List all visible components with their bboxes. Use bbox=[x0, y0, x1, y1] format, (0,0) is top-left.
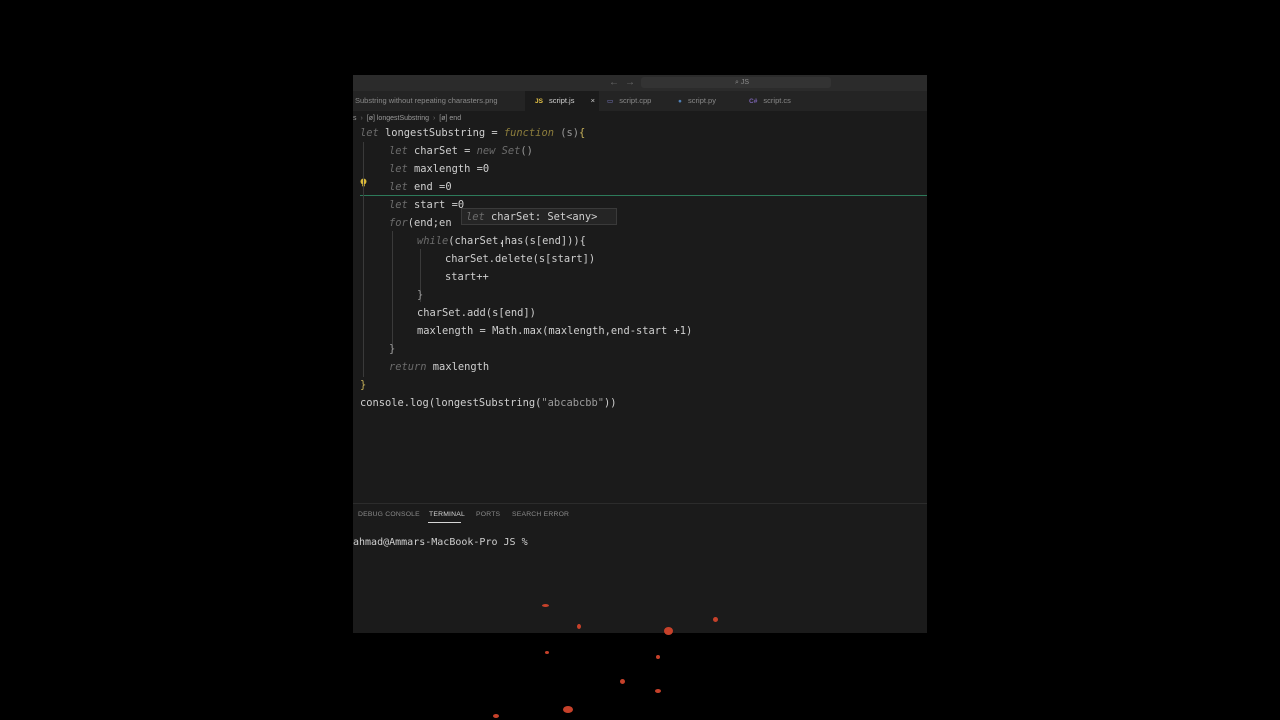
code-line-4: let end =0 bbox=[389, 181, 452, 193]
code-line-2: let charSet = new Set() bbox=[389, 145, 533, 157]
bottom-panel: DEBUG CONSOLE TERMINAL PORTS SEARCH ERRO… bbox=[353, 503, 927, 633]
spark-particle bbox=[545, 651, 549, 654]
variable-icon: [ø] bbox=[439, 115, 448, 122]
tab-label: script.cs bbox=[763, 96, 791, 105]
mouse-text-cursor-icon: I bbox=[501, 239, 504, 250]
tab-label: script.js bbox=[549, 96, 575, 105]
chevron-right-icon: › bbox=[432, 115, 436, 122]
spark-particle bbox=[655, 689, 661, 693]
tab-script-cpp[interactable]: ▭ script.cpp bbox=[607, 91, 651, 111]
indent-guide bbox=[392, 231, 393, 354]
tab-label: Substring without repeating charasters.p… bbox=[355, 96, 498, 105]
hover-tooltip: let charSet: Set<any> bbox=[461, 208, 617, 225]
code-line-5: let start =0 bbox=[389, 199, 465, 211]
terminal-prompt[interactable]: ahmad@Ammars-MacBook-Pro JS % bbox=[353, 537, 528, 548]
tab-script-cs[interactable]: C# script.cs bbox=[749, 91, 791, 111]
tab-label: script.py bbox=[688, 96, 716, 105]
tab-script-py[interactable]: ● script.py bbox=[678, 91, 716, 111]
tab-search-error[interactable]: SEARCH ERROR bbox=[512, 511, 569, 518]
active-tab-indicator bbox=[428, 522, 461, 523]
spark-particle bbox=[664, 627, 673, 635]
code-line-1: let longestSubstring = function (s){ bbox=[360, 127, 586, 139]
code-line-9: start++ bbox=[445, 271, 489, 283]
spark-particle bbox=[620, 679, 625, 684]
tab-png[interactable]: Substring without repeating charasters.p… bbox=[355, 91, 498, 111]
breadcrumb-symbol-end[interactable]: end bbox=[449, 115, 461, 122]
indent-guide bbox=[363, 142, 364, 377]
spark-particle bbox=[493, 714, 499, 718]
back-arrow-icon[interactable]: ← bbox=[609, 76, 619, 90]
breadcrumb-file[interactable]: s bbox=[353, 115, 357, 122]
command-center-label: ⌕ JS bbox=[734, 79, 749, 86]
python-icon: ● bbox=[678, 98, 682, 105]
spark-particle bbox=[563, 706, 573, 713]
code-line-11: charSet.add(s[end]) bbox=[417, 307, 536, 319]
code-line-16: console.log(longestSubstring("abcabcbb")… bbox=[360, 397, 617, 409]
spark-particle bbox=[656, 655, 660, 659]
tab-debug-console[interactable]: DEBUG CONSOLE bbox=[358, 511, 420, 518]
chevron-right-icon: › bbox=[360, 115, 363, 122]
editor-tab-bar: Substring without repeating charasters.p… bbox=[353, 91, 927, 111]
command-center-search[interactable]: ⌕ JS bbox=[641, 77, 831, 88]
cpp-file-icon: ▭ bbox=[607, 98, 614, 105]
breadcrumb-symbol-longestSubstring[interactable]: longestSubstring bbox=[377, 115, 429, 122]
title-bar: ← → ⌕ JS bbox=[353, 75, 927, 91]
editor-window: ← → ⌕ JS Substring without repeating cha… bbox=[353, 75, 927, 633]
code-line-6: for(end;en bbox=[389, 217, 452, 229]
tab-terminal[interactable]: TERMINAL bbox=[429, 511, 465, 518]
forward-arrow-icon[interactable]: → bbox=[625, 76, 635, 90]
code-line-10: } bbox=[417, 289, 424, 301]
tab-ports[interactable]: PORTS bbox=[476, 511, 500, 518]
tab-script-js[interactable]: JS script.js × bbox=[525, 91, 599, 111]
code-line-3: let maxlength =0 bbox=[389, 163, 490, 175]
csharp-icon: C# bbox=[749, 98, 758, 105]
spark-particle bbox=[542, 604, 549, 607]
code-line-12: maxlength = Math.max(maxlength,end-start… bbox=[417, 325, 693, 337]
close-icon[interactable]: × bbox=[591, 96, 595, 105]
code-line-13: } bbox=[389, 343, 396, 355]
search-icon: ⌕ bbox=[734, 79, 739, 86]
code-line-14: return maxlength bbox=[389, 361, 490, 373]
tab-label: script.cpp bbox=[619, 96, 652, 105]
javascript-icon: JS bbox=[535, 98, 543, 105]
spark-particle bbox=[577, 624, 581, 629]
code-line-8: charSet.delete(s[start]) bbox=[445, 253, 596, 265]
variable-icon: [ø] bbox=[366, 115, 375, 122]
code-line-15: } bbox=[360, 379, 367, 391]
spark-particle bbox=[713, 617, 718, 622]
